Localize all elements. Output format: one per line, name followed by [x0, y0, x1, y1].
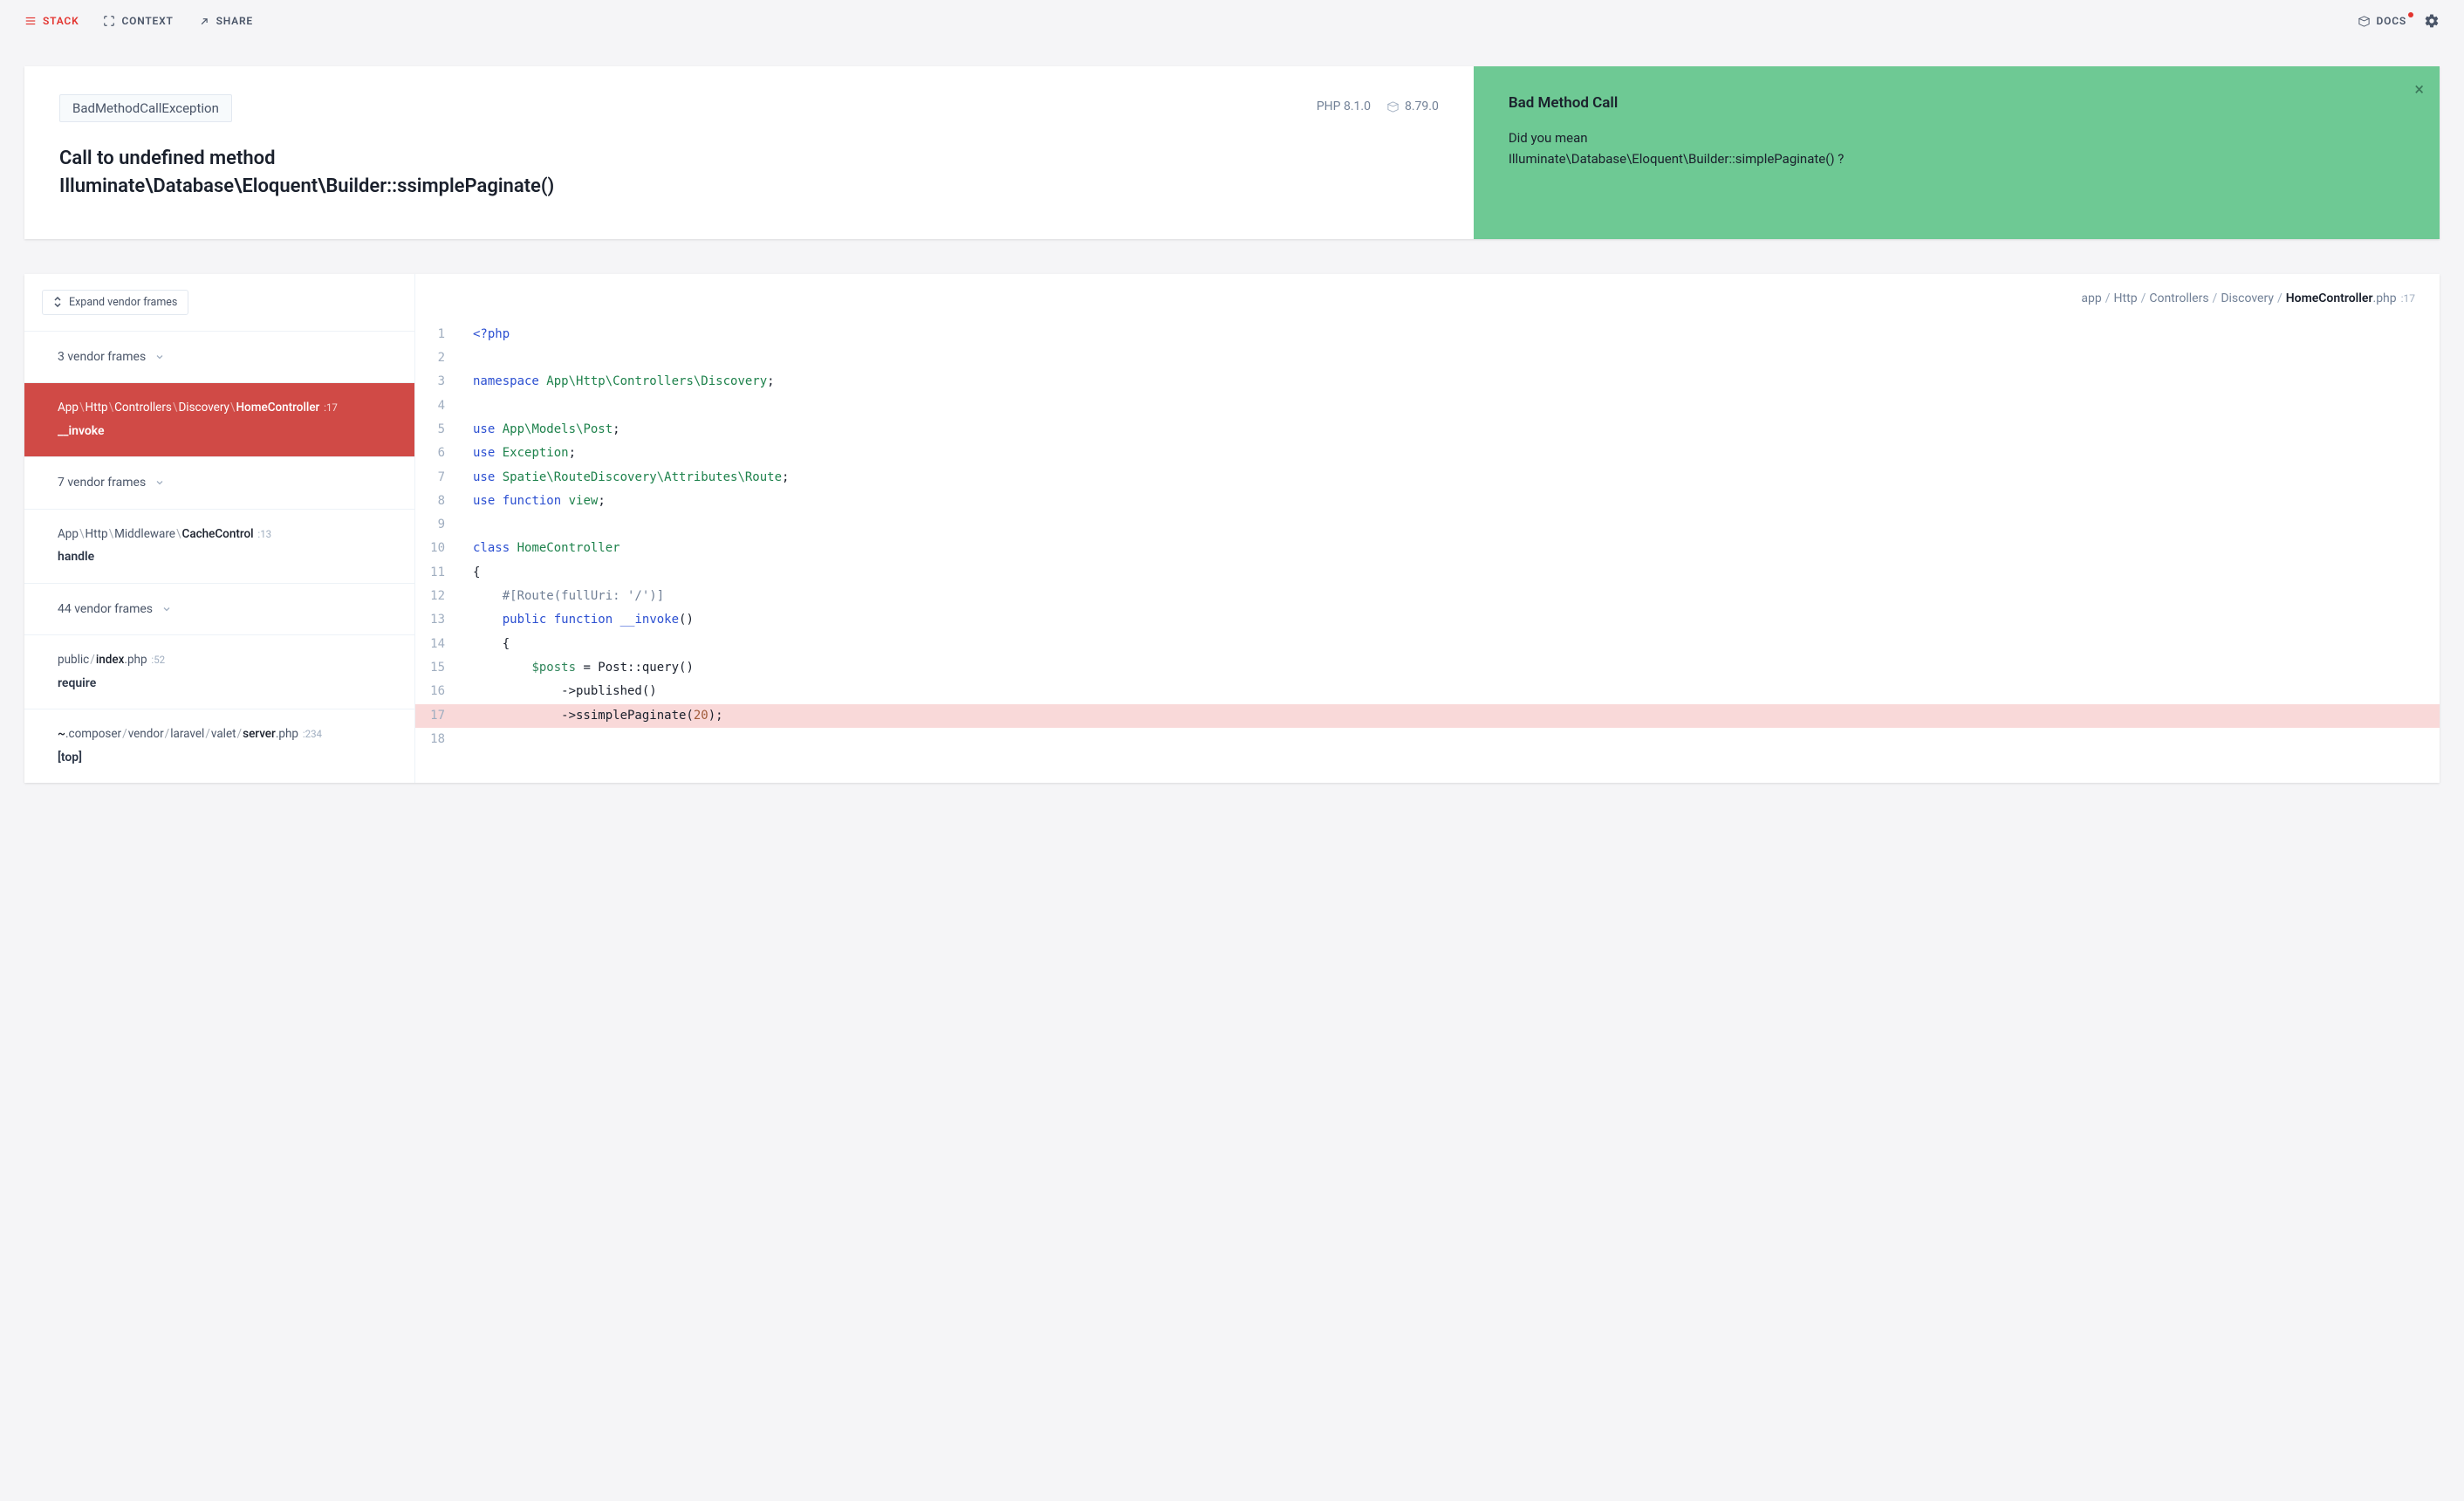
error-title: Call to undefined method Illuminate\Data…	[59, 145, 1439, 201]
stack-frame-row[interactable]: ~.composer/vendor/laravel/valet/server.p…	[24, 709, 414, 783]
laravel-version: 8.79.0	[1386, 99, 1439, 113]
code-line: 11{	[415, 561, 2440, 585]
code-line: 15 $posts = Post::query()	[415, 656, 2440, 680]
chevron-down-icon	[154, 352, 165, 362]
code-line: 16 ->published()	[415, 680, 2440, 703]
code-line: 17 ->ssimplePaginate(20);	[415, 704, 2440, 728]
code-line: 13 public function __invoke()	[415, 608, 2440, 632]
stack-icon	[24, 15, 37, 27]
tab-stack-label: STACK	[43, 15, 79, 27]
chevron-down-icon	[154, 477, 165, 488]
notification-dot-icon	[2408, 12, 2413, 17]
code-panel: app/Http/Controllers/Discovery/HomeContr…	[415, 274, 2440, 783]
stack-frame-row[interactable]: App\Http\Middleware\CacheControl :13hand…	[24, 509, 414, 583]
tab-share[interactable]: SHARE	[198, 15, 253, 27]
code-line: 2	[415, 346, 2440, 370]
code-line: 4	[415, 394, 2440, 418]
frames-list: Expand vendor frames 3 vendor frames App…	[24, 274, 415, 783]
chevron-down-icon	[161, 604, 172, 614]
tab-context-label: CONTEXT	[121, 15, 173, 27]
code-line: 7use Spatie\RouteDiscovery\Attributes\Ro…	[415, 466, 2440, 490]
stack-trace-block: Expand vendor frames 3 vendor frames App…	[24, 274, 2440, 783]
tab-context[interactable]: CONTEXT	[103, 15, 173, 27]
code-line: 9	[415, 513, 2440, 537]
code-line: 14 {	[415, 633, 2440, 656]
php-version: PHP 8.1.0	[1317, 99, 1371, 113]
topbar: STACK CONTEXT SHARE DOCS	[0, 0, 2464, 42]
tab-share-label: SHARE	[216, 15, 253, 27]
share-icon	[198, 15, 210, 27]
expand-vendor-button[interactable]: Expand vendor frames	[42, 290, 188, 315]
code-line: 3namespace App\Http\Controllers\Discover…	[415, 370, 2440, 394]
stack-frame-row[interactable]: public/index.php :52require	[24, 634, 414, 709]
code-line: 12 #[Route(fullUri: '/')]	[415, 585, 2440, 608]
vendor-frames-row[interactable]: 44 vendor frames	[24, 583, 414, 634]
code-line: 10class HomeController	[415, 537, 2440, 560]
gear-icon[interactable]	[2424, 13, 2440, 29]
docs-label: DOCS	[2377, 15, 2406, 27]
vendor-frames-row[interactable]: 3 vendor frames	[24, 331, 414, 382]
expand-icon	[103, 15, 115, 27]
version-meta: PHP 8.1.0 8.79.0	[1317, 99, 1439, 113]
code-file-path: app/Http/Controllers/Discovery/HomeContr…	[415, 274, 2440, 323]
stack-frame-row[interactable]: App\Http\Controllers\Discovery\HomeContr…	[24, 382, 414, 456]
tab-stack[interactable]: STACK	[24, 15, 79, 27]
error-hero: BadMethodCallException PHP 8.1.0 8.79.0 …	[24, 66, 2440, 239]
code-line: 1<?php	[415, 323, 2440, 346]
code-line: 8use function view;	[415, 490, 2440, 513]
code-block: 1<?php23namespace App\Http\Controllers\D…	[415, 323, 2440, 751]
docs-link[interactable]: DOCS	[2358, 15, 2406, 28]
solution-text: Did you mean Illuminate\Database\Eloquen…	[1509, 127, 2405, 169]
laravel-icon	[2358, 15, 2371, 28]
code-line: 5use App\Models\Post;	[415, 418, 2440, 442]
code-line: 18	[415, 728, 2440, 751]
close-icon[interactable]: ×	[2414, 79, 2424, 99]
exception-badge: BadMethodCallException	[59, 94, 232, 122]
vendor-frames-row[interactable]: 7 vendor frames	[24, 456, 414, 508]
solution-panel: × Bad Method Call Did you mean Illuminat…	[1474, 66, 2440, 239]
code-line: 6use Exception;	[415, 442, 2440, 465]
solution-title: Bad Method Call	[1509, 94, 2405, 112]
